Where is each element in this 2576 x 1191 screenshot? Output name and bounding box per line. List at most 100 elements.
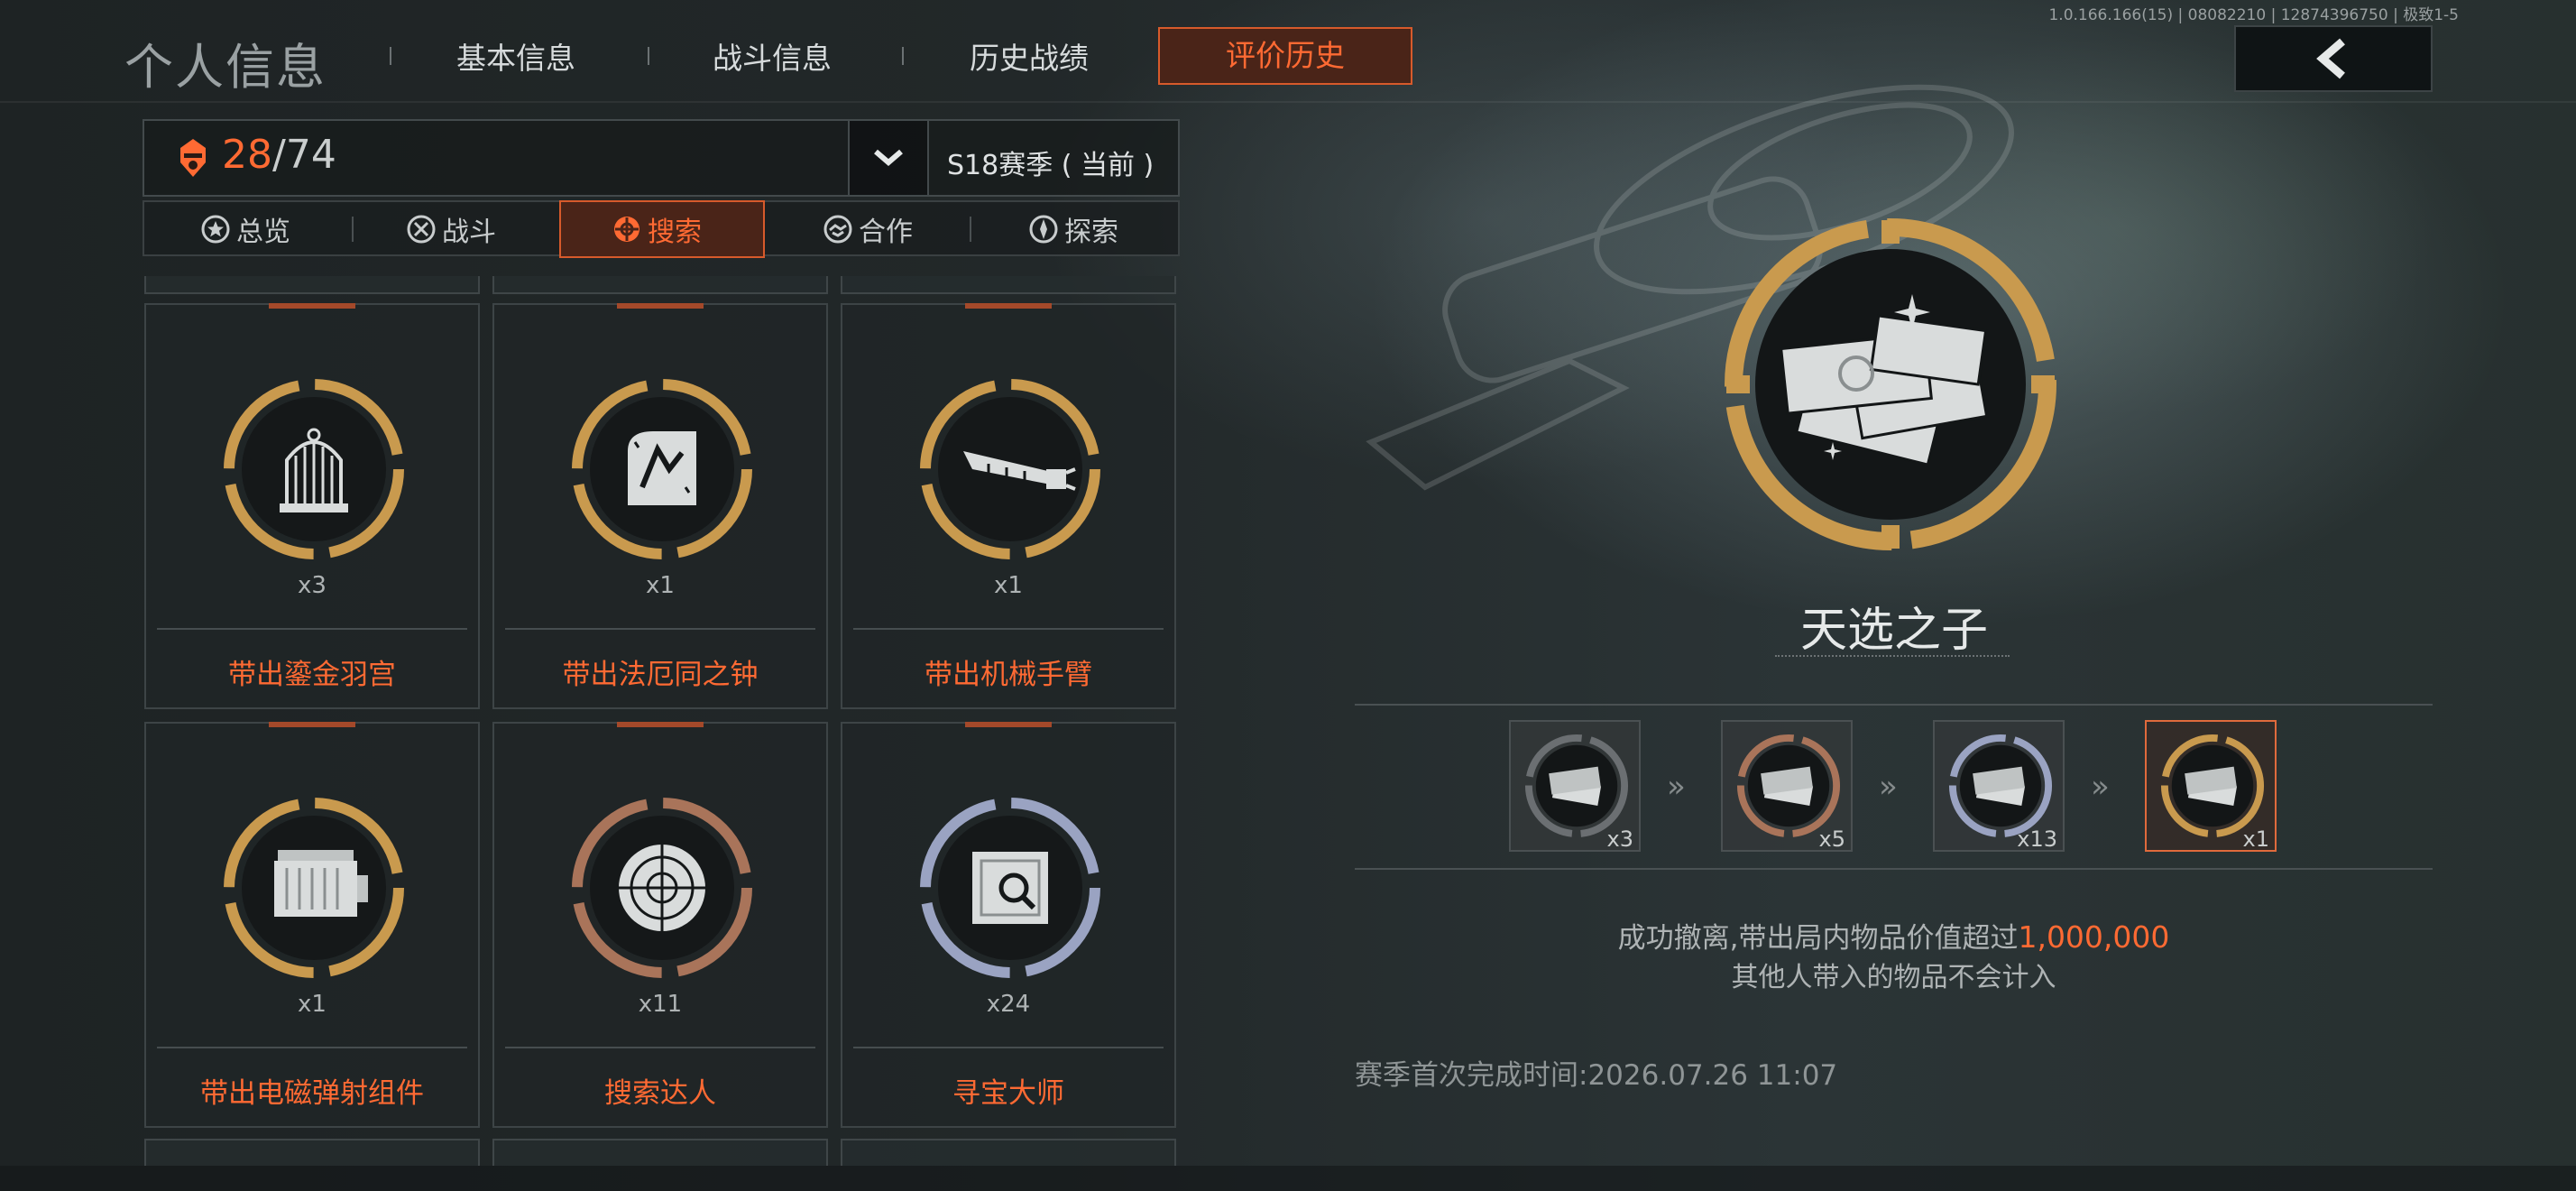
achievement-card[interactable]: x1 带出电磁弹射组件 xyxy=(144,722,480,1128)
category-tab-overview[interactable]: 总览 xyxy=(200,209,290,249)
card-notch xyxy=(269,722,355,727)
money-stack-icon xyxy=(2160,734,2265,838)
tab-match-history[interactable]: 历史战绩 xyxy=(970,34,1089,78)
card-divider xyxy=(505,628,815,630)
chevron-down-icon xyxy=(874,149,903,166)
card-title: 带出法厄同之钟 xyxy=(562,659,759,691)
relic-icon xyxy=(572,379,752,559)
birdcage-icon xyxy=(224,379,404,559)
category-separator xyxy=(970,217,971,242)
achievement-card[interactable]: x1 带出法厄同之钟 xyxy=(492,303,828,709)
achievement-count: 28/74 xyxy=(222,132,336,178)
money-stack-icon xyxy=(1725,218,2056,550)
category-label: 合作 xyxy=(859,217,913,248)
medal-icon xyxy=(180,139,206,177)
card-title: 带出电磁弹射组件 xyxy=(200,1077,424,1110)
star-circle-icon xyxy=(201,215,230,244)
card-notch xyxy=(617,722,704,727)
tier-badge[interactable]: x5 xyxy=(1721,720,1853,852)
card-title: 寻宝大师 xyxy=(952,1077,1064,1110)
description-value: 1,000,000 xyxy=(2018,919,2170,955)
tier-badge[interactable]: x3 xyxy=(1509,720,1641,852)
achievement-card[interactable]: x24 寻宝大师 xyxy=(841,722,1176,1128)
card-partial xyxy=(492,276,828,294)
money-stack-icon xyxy=(1524,734,1629,838)
tab-basic-info[interactable]: 基本信息 xyxy=(456,34,575,78)
page-title: 个人信息 xyxy=(124,39,327,96)
card-notch xyxy=(965,722,1052,727)
card-divider xyxy=(157,1047,467,1048)
season-selector[interactable]: S18赛季 ( 当前 ) xyxy=(947,143,1154,182)
description-text: 成功撤离,带出局内物品价值超过 xyxy=(1617,922,2019,955)
category-label: 探索 xyxy=(1064,217,1118,248)
achievement-card[interactable]: x3 带出鎏金羽宫 xyxy=(144,303,480,709)
chevron-right-icon: » xyxy=(1879,769,1898,805)
achievement-description: 成功撤离,带出局内物品价值超过1,000,000 xyxy=(1355,915,2433,956)
chevron-right-icon: » xyxy=(1667,769,1686,805)
achievement-card[interactable]: x1 带出机械手臂 xyxy=(841,303,1176,709)
card-count: x1 xyxy=(298,991,327,1018)
card-divider xyxy=(157,628,467,630)
category-tab-cooperation[interactable]: 合作 xyxy=(823,209,913,249)
card-title: 搜索达人 xyxy=(604,1077,716,1110)
tab-rating-history[interactable]: 评价历史 xyxy=(1158,27,1412,85)
achievement-note: 其他人带入的物品不会计入 xyxy=(1731,962,2056,993)
tier-count: x13 xyxy=(2017,826,2057,852)
season-dropdown-button[interactable] xyxy=(850,121,927,195)
divider xyxy=(1355,868,2433,870)
compass-icon xyxy=(1029,215,1058,244)
tier-badge[interactable]: x13 xyxy=(1933,720,2065,852)
card-divider xyxy=(853,628,1164,630)
season-time-label: 赛季首次完成时间: xyxy=(1355,1059,1588,1092)
card-title: 带出机械手臂 xyxy=(925,659,1092,691)
divider xyxy=(1355,704,2433,706)
engine-block-icon xyxy=(224,798,404,978)
tab-separator xyxy=(648,47,649,65)
tier-count: x1 xyxy=(2242,826,2269,852)
category-label: 总览 xyxy=(236,217,290,248)
tab-battle-info[interactable]: 战斗信息 xyxy=(713,34,832,78)
achievement-total: 74 xyxy=(285,132,336,178)
safe-icon xyxy=(920,798,1100,978)
card-partial xyxy=(144,276,480,294)
handshake-icon xyxy=(823,215,852,244)
card-count: x1 xyxy=(646,572,675,599)
category-label: 战斗 xyxy=(442,217,496,248)
title-underline xyxy=(1775,655,2010,657)
bottom-strip xyxy=(0,1166,2576,1191)
radar-icon xyxy=(572,798,752,978)
divider xyxy=(927,119,929,197)
mechanical-arm-icon xyxy=(920,379,1100,559)
tier-badge-selected[interactable]: x1 xyxy=(2145,720,2277,852)
card-count: x11 xyxy=(638,991,683,1018)
tab-separator xyxy=(902,47,904,65)
card-partial xyxy=(492,1139,828,1166)
crossed-swords-icon xyxy=(407,215,436,244)
tier-count: x5 xyxy=(1818,826,1845,852)
card-count: x24 xyxy=(986,991,1031,1018)
card-divider xyxy=(505,1047,815,1048)
achievement-separator: / xyxy=(272,132,286,178)
category-separator xyxy=(352,217,354,242)
build-info-text: 1.0.166.166(15) | 08082210 | 12874396750… xyxy=(2048,6,2459,24)
card-partial xyxy=(144,1139,480,1166)
category-tab-combat[interactable]: 战斗 xyxy=(406,209,496,249)
back-button[interactable] xyxy=(2234,25,2433,92)
achievement-card[interactable]: x11 搜索达人 xyxy=(492,722,828,1128)
card-notch xyxy=(269,303,355,309)
tier-count: x3 xyxy=(1606,826,1633,852)
category-tab-search[interactable]: 搜索 xyxy=(612,209,702,249)
card-count: x3 xyxy=(298,572,327,599)
card-count: x1 xyxy=(994,572,1023,599)
card-divider xyxy=(853,1047,1164,1048)
achievement-title: 天选之子 xyxy=(1799,604,1988,658)
card-notch xyxy=(617,303,704,309)
card-partial xyxy=(841,1139,1176,1166)
tab-separator xyxy=(390,47,391,65)
chevron-right-icon: » xyxy=(2091,769,2110,805)
category-tab-explore[interactable]: 探索 xyxy=(1028,209,1118,249)
card-title: 带出鎏金羽宫 xyxy=(228,659,396,691)
money-stack-icon xyxy=(1948,734,2053,838)
achievement-current: 28 xyxy=(222,132,272,178)
chevron-left-icon xyxy=(2316,38,2345,79)
